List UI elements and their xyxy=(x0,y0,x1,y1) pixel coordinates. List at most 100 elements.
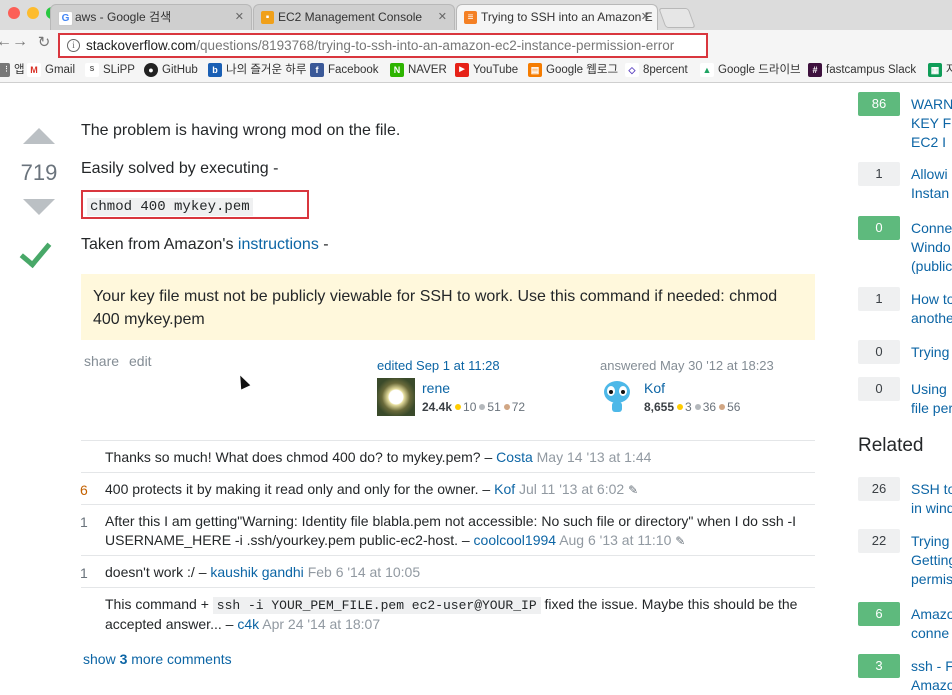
comment-item: Thanks so much! What does chmod 400 do? … xyxy=(81,440,815,472)
close-window-icon[interactable] xyxy=(8,7,20,19)
question-title[interactable]: Using file per xyxy=(911,380,952,418)
gold-badge-icon xyxy=(455,404,462,411)
question-title[interactable]: SSH to in wind xyxy=(911,480,952,518)
editor-name[interactable]: rene xyxy=(422,380,450,396)
question-title[interactable]: ssh - F Amazo xyxy=(911,657,952,695)
comment-score: 1 xyxy=(80,514,88,530)
more-prefix: show xyxy=(83,651,116,667)
question-title[interactable]: Amazo conne xyxy=(911,605,952,643)
comment-date[interactable]: May 14 '13 at 1:44 xyxy=(537,449,652,465)
bookmark-sheets[interactable]: ▦자 xyxy=(928,62,952,78)
bookmark-gmail[interactable]: M Gmail xyxy=(27,62,75,78)
bookmark-slipp[interactable]: S SLiPP xyxy=(85,62,135,78)
question-title[interactable]: Trying Getting permis xyxy=(911,532,952,589)
bookmark-slack[interactable]: # fastcampus Slack xyxy=(808,62,916,78)
gold-count: 3 xyxy=(685,400,692,414)
answer-text: Easily solved by executing - xyxy=(81,160,279,177)
answer-count: 86 xyxy=(858,92,900,116)
bookmark-analytics[interactable]: ▤ Google 웹로그 xyxy=(528,62,618,78)
bookmark-8percent[interactable]: ◇ 8percent xyxy=(625,62,688,78)
comment-body: After this I am getting"Warning: Identit… xyxy=(105,512,811,551)
blog-icon: b xyxy=(208,63,222,77)
question-title[interactable]: Conne Windo (public xyxy=(911,219,952,276)
info-icon[interactable]: i xyxy=(67,39,80,52)
rep-score: 24.4k xyxy=(422,400,453,414)
comment-code: ssh -i YOUR_PEM_FILE.pem ec2-user@YOUR_I… xyxy=(212,597,541,614)
comment-body: 400 protects it by making it read only a… xyxy=(105,480,811,500)
bookmark-label: Google 웹로그 xyxy=(546,64,619,76)
close-tab-icon[interactable]: ✕ xyxy=(438,5,447,29)
bronze-badge-icon xyxy=(503,404,510,411)
answer-count: 22 xyxy=(858,529,900,553)
bookmark-github[interactable]: ● GitHub xyxy=(144,62,198,78)
question-title[interactable]: Allowi Instan xyxy=(911,165,952,203)
editor-avatar[interactable] xyxy=(377,378,415,416)
bronze-count: 72 xyxy=(511,400,526,414)
gold-badge-icon xyxy=(677,404,684,411)
bookmark-drive[interactable]: ▲ Google 드라이브 xyxy=(700,62,801,78)
comment-user[interactable]: Kof xyxy=(494,481,515,497)
browser-tab[interactable]: G aws - Google 검색 ✕ xyxy=(50,4,252,30)
bookmark-label: 자 xyxy=(946,64,952,76)
downvote-icon[interactable] xyxy=(23,199,55,215)
close-tab-icon[interactable]: ✕ xyxy=(235,5,244,29)
edit-link[interactable]: edit xyxy=(129,353,152,369)
comment-user[interactable]: coolcool1994 xyxy=(474,532,557,548)
facebook-icon: f xyxy=(310,63,324,77)
edited-pencil-icon: ✎ xyxy=(628,483,639,497)
comment-body: This command + ssh -i YOUR_PEM_FILE.pem … xyxy=(105,595,811,634)
question-title[interactable]: WARN KEY F EC2 I xyxy=(911,95,952,152)
alien-avatar-icon xyxy=(604,381,630,412)
comment-body: Thanks so much! What does chmod 400 do? … xyxy=(105,448,811,467)
close-tab-icon[interactable]: ✕ xyxy=(641,5,650,29)
comment-text: Thanks so much! What does chmod 400 do? … xyxy=(105,449,493,465)
address-bar[interactable]: i stackoverflow.com/questions/8193768/tr… xyxy=(58,33,708,58)
bronze-badge-icon xyxy=(719,404,726,411)
bookmark-youtube[interactable]: ▶ YouTube xyxy=(455,62,518,78)
question-title[interactable]: Trying xyxy=(911,343,952,362)
bookmark-apps[interactable]: ⋮⋮ 앱 xyxy=(0,62,25,78)
new-tab-button[interactable] xyxy=(658,8,696,28)
comment-user[interactable]: Costa xyxy=(496,449,533,465)
comment-user[interactable]: c4k xyxy=(237,616,259,632)
stackoverflow-icon: ≡ xyxy=(464,11,477,24)
answer-count: 3 xyxy=(858,654,900,678)
comment-date[interactable]: Jul 11 '13 at 6:02 xyxy=(519,481,624,497)
silver-badge-icon xyxy=(694,404,701,411)
instructions-link[interactable]: instructions xyxy=(238,236,319,253)
edited-timestamp[interactable]: edited Sep 1 at 11:28 xyxy=(377,358,500,373)
comment-date[interactable]: Apr 24 '14 at 18:07 xyxy=(262,616,380,632)
browser-tab-active[interactable]: ≡ Trying to SSH into an Amazon E ✕ xyxy=(456,4,658,31)
comment-date[interactable]: Feb 6 '14 at 10:05 xyxy=(308,564,420,580)
forward-icon[interactable]: → xyxy=(10,33,30,51)
reload-icon[interactable]: ↻ xyxy=(34,33,54,51)
drive-icon: ▲ xyxy=(700,63,714,77)
answer-count: 6 xyxy=(858,602,900,626)
comment-item: 1 doesn't work :/ – kaushik gandhi Feb 6… xyxy=(80,555,815,587)
bookmark-label: 나의 즐거운 하루 xyxy=(226,64,307,76)
8percent-icon: ◇ xyxy=(625,63,639,77)
author-avatar[interactable] xyxy=(598,378,636,416)
author-name[interactable]: Kof xyxy=(644,380,665,396)
browser-tab[interactable]: ▪ EC2 Management Console ✕ xyxy=(253,4,455,30)
gmail-icon: M xyxy=(27,63,41,77)
comment-text: This command + xyxy=(105,596,209,612)
answered-timestamp: answered May 30 '12 at 18:23 xyxy=(600,358,774,373)
question-title[interactable]: How to anothe xyxy=(911,290,952,328)
bookmark-label: YouTube xyxy=(473,64,519,76)
show-more-comments-link[interactable]: show 3 more comments xyxy=(83,651,232,667)
browser-toolbar: ← → ↻ i stackoverflow.com/questions/8193… xyxy=(0,30,952,60)
comment-body: doesn't work :/ – kaushik gandhi Feb 6 '… xyxy=(105,563,811,582)
bookmark-naver[interactable]: N NAVER xyxy=(390,62,447,78)
comment-user[interactable]: kaushik gandhi xyxy=(210,564,303,580)
bookmark-label: Google 드라이브 xyxy=(718,64,801,76)
bookmark-facebook[interactable]: f Facebook xyxy=(310,62,379,78)
share-link[interactable]: share xyxy=(84,353,119,369)
minimize-window-icon[interactable] xyxy=(27,7,39,19)
sheet-icon: ▦ xyxy=(928,63,942,77)
comment-date[interactable]: Aug 6 '13 at 11:10 xyxy=(559,532,671,548)
bookmark-label: fastcampus Slack xyxy=(826,64,917,76)
bookmark-blog[interactable]: b 나의 즐거운 하루 xyxy=(208,62,306,78)
slack-icon: # xyxy=(808,63,822,77)
upvote-icon[interactable] xyxy=(23,128,55,144)
